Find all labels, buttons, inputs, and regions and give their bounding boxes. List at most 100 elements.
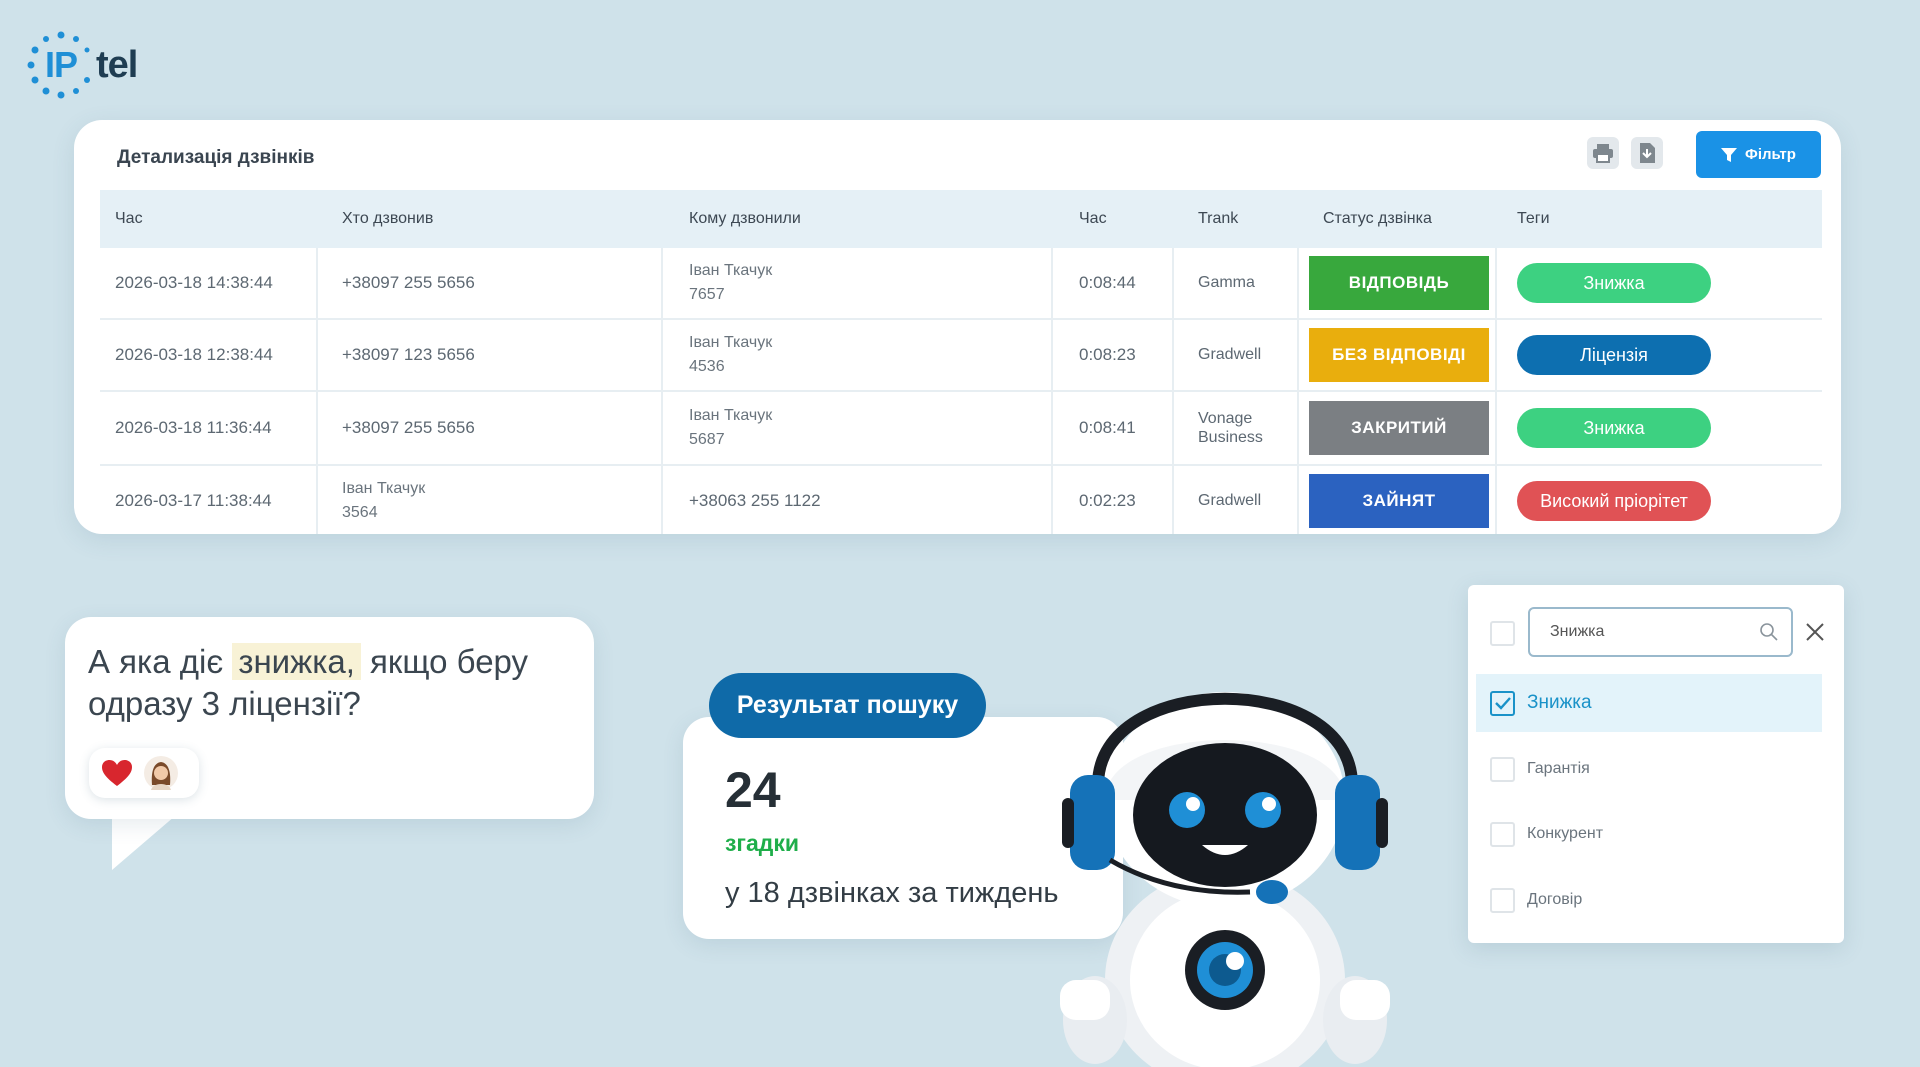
call-details-card: Детализація дзвінків Фільтр Час Хто дзво… — [74, 120, 1841, 534]
search-result-pill: Результат пошуку — [709, 673, 986, 738]
filter-label: Фільтр — [1745, 146, 1796, 163]
cell-callee: +38063 255 1122 — [663, 466, 1053, 534]
heart-icon — [102, 760, 132, 786]
callee-ext: 5687 — [689, 431, 725, 448]
cell-trunk: Gradwell — [1174, 466, 1299, 534]
trunk-name: Gradwell — [1198, 346, 1262, 363]
option-checkbox[interactable] — [1490, 821, 1515, 847]
col-tags[interactable]: Теги — [1497, 190, 1822, 248]
chat-text-before: А яка діє — [88, 643, 233, 680]
callee-name: Іван Ткачук — [689, 262, 773, 279]
trunk-name: Gamma — [1198, 274, 1255, 291]
cell-status: БЕЗ ВІДПОВІДІ — [1299, 320, 1497, 390]
caller-name: Іван Ткачук — [342, 480, 426, 497]
calls-table: Час Хто дзвонив Кому дзвонили Час Trank … — [100, 190, 1822, 534]
cell-tag: Ліцензія — [1497, 320, 1822, 390]
iptel-logo: IP tel — [26, 30, 166, 100]
cell-trunk: Gamma — [1174, 248, 1299, 318]
callee-name: Іван Ткачук — [689, 334, 773, 351]
table-row[interactable]: 2026-03-18 14:38:44 +38097 255 5656 Іван… — [100, 248, 1822, 320]
callee-ext: 4536 — [689, 358, 725, 375]
cell-callee: Іван Ткачук 5687 — [663, 392, 1053, 464]
chat-bubble: А яка діє знижка, якщо беру одразу 3 ліц… — [65, 617, 594, 819]
cell-caller: Іван Ткачук 3564 — [318, 466, 663, 534]
trunk-name: Vonage — [1198, 410, 1253, 427]
tag-pill[interactable]: Ліцензія — [1517, 335, 1711, 375]
tag-option[interactable]: Конкурент — [1476, 805, 1822, 863]
cell-duration: 0:02:23 — [1053, 466, 1174, 534]
option-label: Гарантія — [1527, 760, 1590, 777]
status-badge: БЕЗ ВІДПОВІДІ — [1309, 328, 1489, 382]
chat-message: А яка діє знижка, якщо беру одразу 3 ліц… — [88, 641, 578, 725]
tag-search-input[interactable] — [1550, 623, 1750, 641]
result-description: у 18 дзвінках за тиждень — [725, 877, 1059, 909]
option-label: Знижка — [1527, 692, 1592, 713]
tag-option[interactable]: Гарантія — [1476, 740, 1822, 798]
printer-icon — [1593, 144, 1613, 163]
cell-time: 2026-03-18 14:38:44 — [100, 248, 318, 318]
cell-time: 2026-03-18 12:38:44 — [100, 320, 318, 390]
option-checkbox[interactable] — [1490, 756, 1515, 782]
message-reactions[interactable] — [89, 748, 199, 798]
cell-tag: Знижка — [1497, 392, 1822, 464]
cell-caller: +38097 255 5656 — [318, 248, 663, 318]
result-count: 24 — [725, 762, 781, 818]
trunk-name-line2: Business — [1198, 429, 1263, 446]
option-label: Конкурент — [1527, 825, 1604, 842]
logo-tel: tel — [96, 44, 138, 86]
cell-trunk: Gradwell — [1174, 320, 1299, 390]
cell-status: ЗАЙНЯТ — [1299, 466, 1497, 534]
tag-pill[interactable]: Високий пріорітет — [1517, 481, 1711, 521]
tag-filter-dropdown: Знижка Гарантія Конкурент Договір — [1468, 585, 1844, 943]
cell-status: ВІДПОВІДЬ — [1299, 248, 1497, 318]
print-button[interactable] — [1587, 137, 1619, 169]
cell-caller: +38097 123 5656 — [318, 320, 663, 390]
status-badge: ВІДПОВІДЬ — [1309, 256, 1489, 310]
col-status[interactable]: Статус дзвінка — [1299, 190, 1497, 248]
tag-search-field[interactable] — [1528, 607, 1793, 657]
option-checkbox[interactable] — [1490, 887, 1515, 913]
cell-duration: 0:08:44 — [1053, 248, 1174, 318]
select-all-checkbox[interactable] — [1490, 621, 1515, 646]
callee-ext: 7657 — [689, 286, 725, 303]
caller-ext: 3564 — [342, 504, 378, 521]
option-label: Договір — [1527, 891, 1583, 908]
table-header: Час Хто дзвонив Кому дзвонили Час Trank … — [100, 190, 1822, 248]
cell-duration: 0:08:41 — [1053, 392, 1174, 464]
cell-duration: 0:08:23 — [1053, 320, 1174, 390]
status-badge: ЗАЙНЯТ — [1309, 474, 1489, 528]
option-checkbox[interactable] — [1490, 690, 1515, 716]
tag-option[interactable]: Договір — [1476, 871, 1822, 929]
filter-button[interactable]: Фільтр — [1696, 131, 1821, 178]
col-callee[interactable]: Кому дзвонили — [663, 190, 1053, 248]
check-icon — [1494, 697, 1511, 710]
result-label: згадки — [725, 830, 800, 856]
tag-pill[interactable]: Знижка — [1517, 263, 1711, 303]
table-row[interactable]: 2026-03-17 11:38:44 Іван Ткачук 3564 +38… — [100, 466, 1822, 534]
table-row[interactable]: 2026-03-18 11:36:44 +38097 255 5656 Іван… — [100, 392, 1822, 466]
trunk-name: Gradwell — [1198, 492, 1262, 509]
cell-status: ЗАКРИТИЙ — [1299, 392, 1497, 464]
search-icon — [1760, 623, 1778, 641]
col-duration[interactable]: Час — [1053, 190, 1174, 248]
user-avatar — [144, 756, 178, 790]
cell-caller: +38097 255 5656 — [318, 392, 663, 464]
chat-highlight: знижка, — [232, 643, 361, 680]
cell-time: 2026-03-17 11:38:44 — [100, 466, 318, 534]
status-badge: ЗАКРИТИЙ — [1309, 401, 1489, 455]
cell-callee: Іван Ткачук 4536 — [663, 320, 1053, 390]
export-button[interactable] — [1631, 137, 1663, 169]
cell-trunk: Vonage Business — [1174, 392, 1299, 464]
col-caller[interactable]: Хто дзвонив — [318, 190, 663, 248]
tag-option[interactable]: Знижка — [1476, 674, 1822, 732]
download-file-icon — [1640, 143, 1655, 163]
robot-illustration — [1060, 692, 1390, 1067]
table-row[interactable]: 2026-03-18 12:38:44 +38097 123 5656 Іван… — [100, 320, 1822, 392]
cell-tag: Знижка — [1497, 248, 1822, 318]
col-trunk[interactable]: Trank — [1174, 190, 1299, 248]
callee-name: Іван Ткачук — [689, 407, 773, 424]
col-time[interactable]: Час — [100, 190, 318, 248]
chat-bubble-tail — [112, 810, 182, 870]
tag-pill[interactable]: Знижка — [1517, 408, 1711, 448]
close-icon[interactable] — [1804, 621, 1826, 643]
